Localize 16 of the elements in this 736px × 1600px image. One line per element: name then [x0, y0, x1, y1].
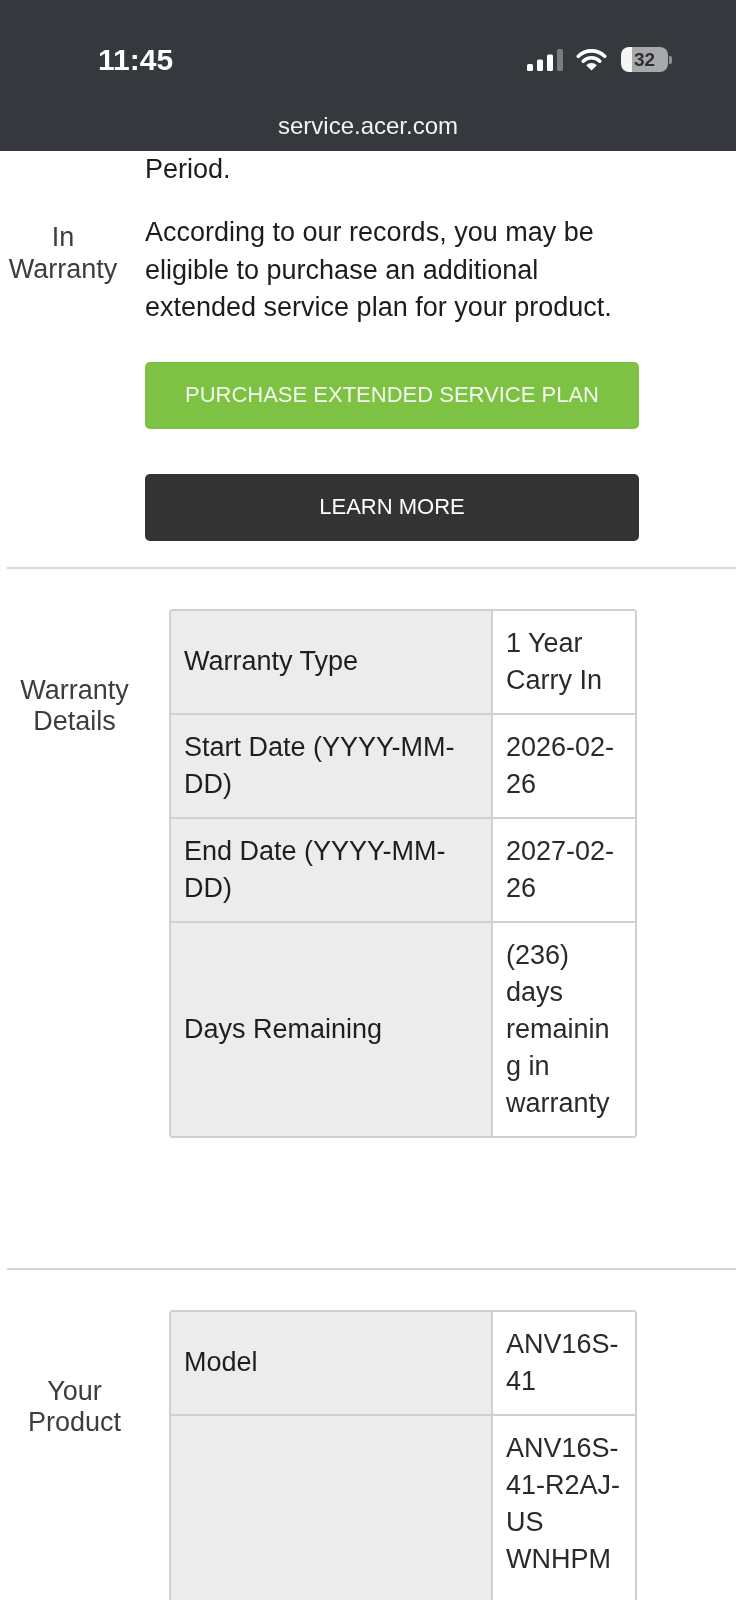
body-text: Period. [145, 153, 232, 186]
secondary-button[interactable]: LEARN MORE [145, 473, 639, 541]
wifi-icon [576, 48, 607, 71]
row-label-cell: Days Remaining [171, 922, 493, 1136]
address-bar-url[interactable]: service.acer.com [277, 112, 459, 140]
section-label: In Warranty [7, 222, 119, 285]
battery-indicator: 32 [621, 47, 672, 72]
body-text: According to our records, you may be eligible to purchase an additional extended service plan for your product. [145, 216, 613, 324]
row-label-cell: Model [171, 1311, 493, 1414]
section-label: Your Product [26, 1375, 123, 1439]
row-label-cell: Warranty Type [171, 610, 493, 713]
row-label-cell: End Date (YYYY-MM-DD) [171, 818, 493, 921]
row-label-cell: Start Date (YYYY-MM-DD) [171, 714, 493, 817]
signal-icon [527, 48, 563, 71]
status-time: 11:45 [98, 44, 174, 75]
section-label: Warranty Details [19, 674, 130, 738]
